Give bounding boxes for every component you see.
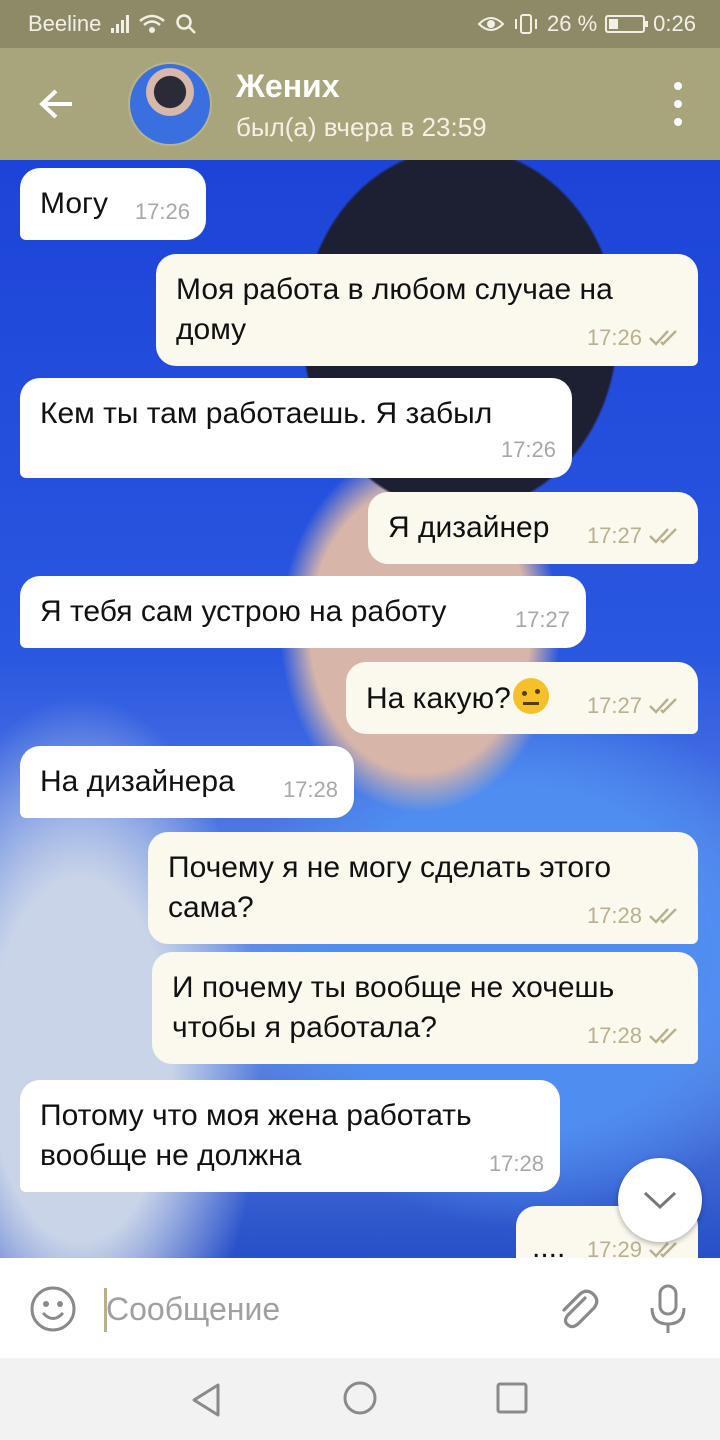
last-seen-status: был(а) вчера в 23:59 xyxy=(236,112,487,142)
message-bubble[interactable]: Я тебя сам устрою на работу 17:27 xyxy=(20,576,586,648)
double-check-icon xyxy=(649,1242,677,1258)
message-text: Я тебя сам устрою на работу xyxy=(40,595,447,628)
message-meta: 17:28 xyxy=(283,770,338,810)
message-meta: 17:28 xyxy=(489,1144,544,1184)
message-bubble[interactable]: Потому что моя жена работать вообще не д… xyxy=(20,1080,560,1192)
message-time: 17:27 xyxy=(586,523,642,548)
message-meta: 17:27 xyxy=(587,516,682,556)
paperclip-icon[interactable] xyxy=(552,1284,602,1334)
message-meta: 17:27 xyxy=(587,686,682,726)
microphone-icon[interactable] xyxy=(642,1282,694,1336)
message-list[interactable]: Могу 17:26 Моя работа в любом случае на … xyxy=(0,160,720,1258)
message-bubble[interactable]: Могу 17:26 xyxy=(20,168,206,240)
message-meta: 17:26 xyxy=(587,318,682,358)
circle-home-icon[interactable] xyxy=(340,1378,380,1418)
message-meta: 17:27 xyxy=(515,600,570,640)
status-bar: Beeline 26 % 0:26 xyxy=(0,0,720,48)
message-text: Могу xyxy=(40,187,108,220)
message-composer xyxy=(0,1258,720,1358)
message-time: 17:27 xyxy=(514,607,570,632)
triangle-back-icon[interactable] xyxy=(186,1380,226,1420)
message-bubble[interactable]: И почему ты вообще не хочешь чтобы я раб… xyxy=(152,952,698,1064)
message-time: 17:29 xyxy=(586,1237,642,1258)
message-bubble[interactable]: Я дизайнер 17:27 xyxy=(368,492,698,564)
chevron-down-icon xyxy=(643,1191,677,1210)
message-time: 17:28 xyxy=(488,1151,544,1176)
message-text: Я дизайнер xyxy=(388,511,550,544)
eye-icon xyxy=(477,17,505,31)
message-time: 17:26 xyxy=(586,325,642,350)
message-bubble[interactable]: Почему я не могу сделать этого сама? 17:… xyxy=(148,832,698,944)
message-text: На дизайнера xyxy=(40,765,235,798)
message-text: На какую? xyxy=(366,682,511,715)
double-check-icon xyxy=(649,528,677,544)
double-check-icon xyxy=(649,908,677,924)
message-bubble[interactable]: На дизайнера 17:28 xyxy=(20,746,354,818)
avatar[interactable] xyxy=(128,62,212,146)
wifi-icon xyxy=(139,14,166,33)
message-time: 17:26 xyxy=(134,199,190,224)
double-check-icon xyxy=(649,698,677,714)
square-recents-icon[interactable] xyxy=(494,1380,530,1416)
battery-percent: 26 % xyxy=(547,11,598,36)
smiley-icon[interactable] xyxy=(28,1284,78,1334)
message-bubble[interactable]: Моя работа в любом случае на дому 17:26 xyxy=(156,254,698,366)
message-time: 17:26 xyxy=(500,437,556,462)
message-text: Моя работа в любом случае на дому xyxy=(176,273,613,346)
message-meta: 17:26 xyxy=(501,430,556,470)
double-check-icon xyxy=(649,330,677,346)
message-text: И почему ты вообще не хочешь чтобы я раб… xyxy=(172,971,615,1044)
vibrate-icon xyxy=(515,14,538,34)
chat-header: Жених был(а) вчера в 23:59 xyxy=(0,48,720,160)
double-check-icon xyxy=(649,1028,677,1044)
clock: 0:26 xyxy=(653,11,696,36)
message-text: Потому что моя жена работать вообще не д… xyxy=(40,1099,472,1172)
message-time: 17:27 xyxy=(586,693,642,718)
battery-icon xyxy=(605,15,649,33)
message-text: .... xyxy=(532,1231,566,1258)
message-time: 17:28 xyxy=(586,1023,642,1048)
back-button[interactable] xyxy=(28,78,84,130)
message-meta: 17:26 xyxy=(135,192,190,232)
more-vertical-icon xyxy=(674,82,682,90)
raised-eyebrow-emoji-icon xyxy=(512,678,549,714)
message-time: 17:28 xyxy=(282,777,338,802)
more-menu-button[interactable] xyxy=(666,82,690,126)
message-bubble[interactable]: Кем ты там работаешь. Я забыл 17:26 xyxy=(20,378,572,478)
message-bubble[interactable]: На какую? 17:27 xyxy=(346,662,698,734)
system-nav-bar xyxy=(0,1358,720,1440)
message-meta: 17:28 xyxy=(587,896,682,936)
signal-icon xyxy=(111,15,130,33)
contact-name[interactable]: Жених xyxy=(236,68,340,105)
message-text: Почему я не могу сделать этого сама? xyxy=(168,851,612,924)
search-icon xyxy=(176,14,197,34)
message-time: 17:28 xyxy=(586,903,642,928)
message-meta: 17:28 xyxy=(587,1016,682,1056)
scroll-to-bottom-button[interactable] xyxy=(618,1158,702,1242)
arrow-left-icon xyxy=(39,89,72,119)
message-input[interactable] xyxy=(106,1286,526,1332)
carrier-label: Beeline xyxy=(28,11,102,36)
message-text: Кем ты там работаешь. Я забыл xyxy=(40,397,493,430)
